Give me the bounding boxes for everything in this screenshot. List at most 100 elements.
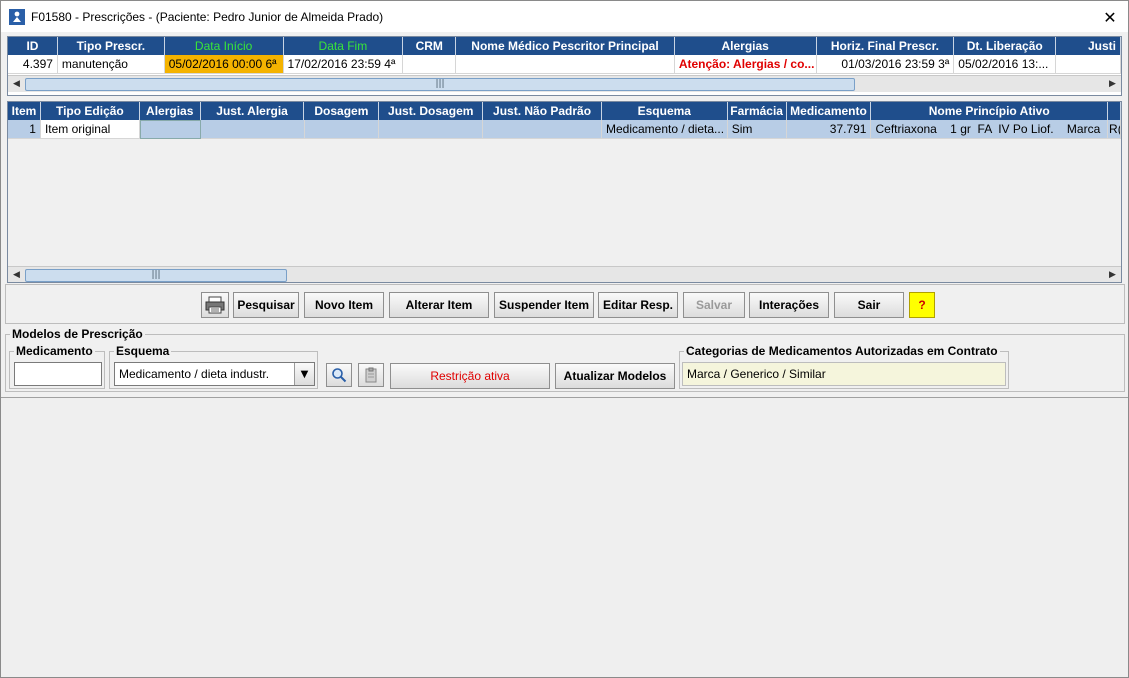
cell-farmacia[interactable]: Sim: [727, 120, 787, 139]
title-bar: F01580 - Prescrições - (Paciente: Pedro …: [0, 0, 1129, 32]
cell-dt-liberacao[interactable]: 05/02/2016 13:...: [954, 55, 1057, 74]
close-icon: ✕: [1103, 7, 1117, 27]
alterar-item-button[interactable]: Alterar Item: [389, 292, 489, 318]
novo-item-button[interactable]: Novo Item: [304, 292, 384, 318]
sair-button[interactable]: Sair: [834, 292, 904, 318]
app-icon: [9, 8, 25, 25]
modelos-legend: Modelos de Prescrição: [10, 327, 145, 341]
scroll-right-icon[interactable]: ▶: [1104, 267, 1121, 283]
cell-item[interactable]: 1: [8, 120, 41, 139]
cell-esquema[interactable]: Medicamento / dieta...: [601, 120, 728, 139]
scroll-left-icon[interactable]: ◀: [8, 76, 25, 93]
items-grid: Item Tipo Edição Alergias Just. Alergia …: [7, 101, 1122, 283]
clipboard-button[interactable]: [358, 363, 384, 387]
prescriptions-grid: ID Tipo Prescr. Data Início Data Fim CRM…: [7, 36, 1122, 96]
col-header-horiz-final[interactable]: Horiz. Final Prescr.: [817, 37, 955, 55]
editar-resp-button[interactable]: Editar Resp.: [598, 292, 678, 318]
salvar-button[interactable]: Salvar: [683, 292, 745, 318]
table-row[interactable]: 1 Item original Medicamento / dieta... S…: [8, 120, 1121, 139]
chevron-down-icon[interactable]: ▼: [294, 363, 314, 385]
atualizar-modelos-button[interactable]: Atualizar Modelos: [555, 363, 675, 389]
cell-principio-ativo[interactable]: Ceftriaxona 1 gr FA IV Po Liof. Marca: [871, 120, 1109, 139]
items-hscrollbar[interactable]: ◀ ||| ▶: [8, 266, 1121, 283]
scroll-right-icon[interactable]: ▶: [1104, 76, 1121, 93]
col-header-principio-ativo[interactable]: Nome Princípio Ativo: [871, 102, 1108, 120]
cell-tipo-edicao[interactable]: Item original: [40, 120, 140, 139]
items-header: Item Tipo Edição Alergias Just. Alergia …: [8, 102, 1121, 120]
cell-just-dosagem[interactable]: [379, 120, 484, 139]
col-header-data-inicio[interactable]: Data Início: [165, 37, 284, 55]
medicamento-label: Medicamento: [14, 344, 95, 358]
cell-alergias[interactable]: Atenção: Alergias / co...: [674, 55, 817, 74]
help-button[interactable]: ?: [909, 292, 935, 318]
scroll-grip-icon: |||: [151, 270, 161, 280]
cell-horiz-final[interactable]: 01/03/2016 23:59 3ª: [816, 55, 955, 74]
scroll-track[interactable]: |||: [25, 268, 1104, 283]
modelos-prescricao-panel: Modelos de Prescrição Medicamento Esquem…: [5, 327, 1125, 392]
cell-crm[interactable]: [403, 55, 457, 74]
scroll-thumb[interactable]: |||: [25, 268, 287, 282]
cell-alergias-item[interactable]: [139, 120, 201, 139]
cell-medicamento[interactable]: 37.791: [786, 120, 872, 139]
col-header-extra: [1108, 102, 1121, 120]
medicamento-input[interactable]: [14, 362, 102, 386]
cell-just-nao-padrao[interactable]: [483, 120, 602, 139]
col-header-data-fim[interactable]: Data Fim: [284, 37, 404, 55]
scroll-grip-icon: |||: [435, 79, 445, 89]
esquema-select[interactable]: Medicamento / dieta industr. ▼: [114, 362, 315, 386]
medicamento-group: Medicamento: [9, 344, 105, 389]
col-header-tipo-edicao[interactable]: Tipo Edição: [41, 102, 140, 120]
clipboard-icon: [365, 367, 377, 383]
cell-data-fim[interactable]: 17/02/2016 23:59 4ª: [283, 55, 404, 74]
categorias-group: Categorias de Medicamentos Autorizadas e…: [679, 344, 1009, 389]
esquema-label: Esquema: [114, 344, 172, 358]
col-header-tipo-prescr[interactable]: Tipo Prescr.: [58, 37, 165, 55]
printer-icon: [205, 296, 225, 314]
col-header-id[interactable]: ID: [8, 37, 58, 55]
suspender-item-button[interactable]: Suspender Item: [494, 292, 594, 318]
col-header-farmacia[interactable]: Farmácia: [728, 102, 787, 120]
scroll-track[interactable]: |||: [25, 77, 1104, 92]
window-title: F01580 - Prescrições - (Paciente: Pedro …: [31, 9, 384, 24]
esquema-select-value: Medicamento / dieta industr.: [119, 367, 270, 381]
cell-dosagem[interactable]: [304, 120, 380, 139]
action-toolbar: Pesquisar Novo Item Alterar Item Suspend…: [5, 284, 1125, 324]
cell-data-inicio[interactable]: 05/02/2016 00:00 6ª: [164, 55, 284, 74]
prescriptions-hscrollbar[interactable]: ◀ ||| ▶: [8, 75, 1121, 92]
col-header-nome-medico[interactable]: Nome Médico Pescritor Principal: [456, 37, 675, 55]
col-header-alergias[interactable]: Alergias: [675, 37, 817, 55]
col-header-item[interactable]: Item: [8, 102, 41, 120]
close-button[interactable]: ✕: [1100, 7, 1120, 27]
magnifier-icon: [332, 368, 347, 383]
pesquisar-button[interactable]: Pesquisar: [233, 292, 299, 318]
scroll-thumb[interactable]: |||: [25, 77, 855, 91]
categorias-label: Categorias de Medicamentos Autorizadas e…: [684, 344, 1000, 358]
lower-panel: [1, 397, 1128, 677]
col-header-dt-liberacao[interactable]: Dt. Liberação: [954, 37, 1057, 55]
cell-id[interactable]: 4.397: [8, 55, 58, 74]
restricao-ativa-button[interactable]: Restrição ativa: [390, 363, 550, 389]
col-header-dosagem[interactable]: Dosagem: [304, 102, 380, 120]
col-header-justi[interactable]: Justi: [1056, 37, 1121, 55]
esquema-group: Esquema Medicamento / dieta industr. ▼: [109, 344, 318, 389]
col-header-medicamento[interactable]: Medicamento: [787, 102, 872, 120]
col-header-crm[interactable]: CRM: [403, 37, 457, 55]
cell-tipo-prescr[interactable]: manutenção: [57, 55, 165, 74]
table-row[interactable]: 4.397 manutenção 05/02/2016 00:00 6ª 17/…: [8, 55, 1121, 74]
main-frame: ID Tipo Prescr. Data Início Data Fim CRM…: [0, 32, 1129, 678]
col-header-just-alergia[interactable]: Just. Alergia: [201, 102, 305, 120]
interacoes-button[interactable]: Interações: [749, 292, 829, 318]
scroll-left-icon[interactable]: ◀: [8, 267, 25, 283]
col-header-just-nao-padrao[interactable]: Just. Não Padrão: [483, 102, 602, 120]
col-header-esquema[interactable]: Esquema: [602, 102, 728, 120]
cell-justi[interactable]: [1056, 55, 1121, 74]
cell-nome-medico[interactable]: [456, 55, 675, 74]
col-header-alergias-item[interactable]: Alergias: [140, 102, 201, 120]
cell-extra[interactable]: R(: [1108, 120, 1121, 139]
print-button[interactable]: [201, 292, 229, 318]
cell-just-alergia[interactable]: [200, 120, 305, 139]
prescriptions-header: ID Tipo Prescr. Data Início Data Fim CRM…: [8, 37, 1121, 55]
search-models-button[interactable]: [326, 363, 352, 387]
categorias-value: Marca / Generico / Similar: [682, 362, 1006, 386]
col-header-just-dosagem[interactable]: Just. Dosagem: [379, 102, 484, 120]
